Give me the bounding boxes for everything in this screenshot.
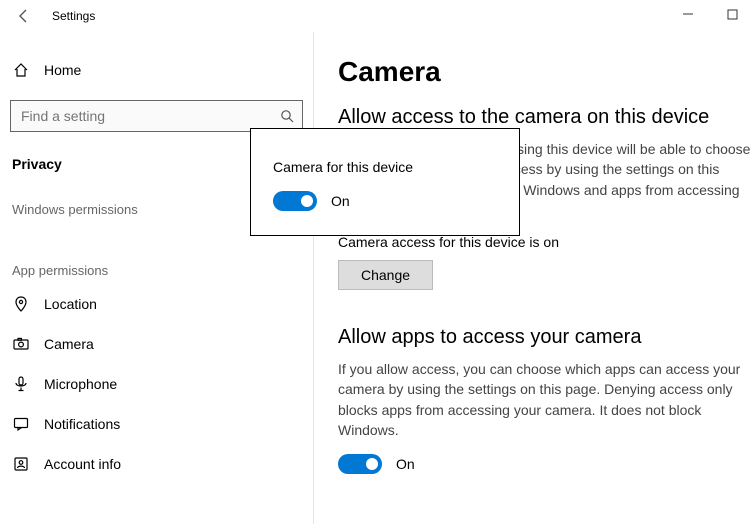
sidebar-item-label: Location [44,296,97,312]
popup-title: Camera for this device [273,159,497,175]
account-icon [12,455,30,473]
sidebar-item-label: Microphone [44,376,117,392]
home-icon [12,61,30,79]
sidebar-item-home[interactable]: Home [0,50,313,90]
sidebar-item-label: Home [44,62,81,78]
sidebar-item-label: Notifications [44,416,120,432]
section-title-device-access: Allow access to the camera on this devic… [338,106,755,129]
window-controls [665,0,755,28]
sidebar-item-notifications[interactable]: Notifications [0,404,313,444]
location-icon [12,295,30,313]
search-icon [272,109,302,123]
section-title-apps-access: Allow apps to access your camera [338,326,755,349]
window-title: Settings [52,9,95,23]
sidebar-item-account-info[interactable]: Account info [0,444,313,484]
notifications-icon [12,415,30,433]
device-access-toggle-label: On [331,193,350,209]
titlebar: Settings [0,0,755,32]
back-button[interactable] [8,0,40,32]
sidebar-item-location[interactable]: Location [0,284,313,324]
minimize-button[interactable] [665,0,710,28]
sidebar-item-label: Camera [44,336,94,352]
search-input[interactable] [11,108,272,124]
sidebar-item-camera[interactable]: Camera [0,324,313,364]
microphone-icon [12,375,30,393]
change-button[interactable]: Change [338,260,433,290]
sidebar-item-microphone[interactable]: Microphone [0,364,313,404]
camera-icon [12,335,30,353]
apps-access-toggle-label: On [396,456,415,472]
section-body-apps-access: If you allow access, you can choose whic… [338,359,755,440]
change-popup: Camera for this device On [250,128,520,236]
main-content: Camera Allow access to the camera on thi… [314,32,755,524]
page-title: Camera [338,56,755,88]
apps-access-toggle[interactable] [338,454,382,474]
sidebar-item-label: Account info [44,456,121,472]
sidebar: Home Privacy Windows permissions App per… [0,32,314,524]
maximize-button[interactable] [710,0,755,28]
device-access-status: Camera access for this device is on [338,234,755,250]
device-access-toggle[interactable] [273,191,317,211]
